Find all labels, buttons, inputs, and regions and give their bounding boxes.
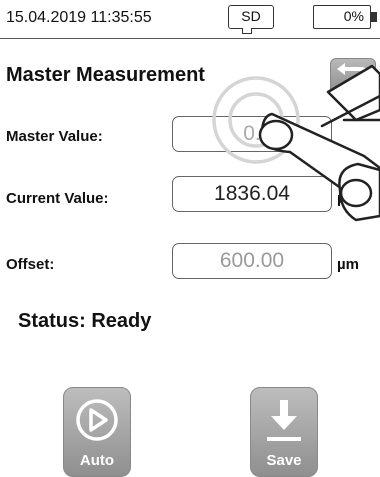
play-circle-icon bbox=[76, 399, 118, 441]
status-text: Status: Ready bbox=[18, 310, 152, 332]
save-button-label: Save bbox=[266, 452, 302, 469]
master-value-field[interactable]: 0. bbox=[172, 116, 332, 152]
battery-icon: 0% bbox=[313, 5, 371, 29]
status-divider bbox=[0, 38, 380, 39]
sd-card-icon: SD bbox=[228, 5, 274, 29]
save-button[interactable]: Save bbox=[250, 387, 318, 477]
current-value-label: Current Value: bbox=[6, 190, 109, 207]
back-arrow-icon bbox=[337, 63, 369, 89]
back-button[interactable] bbox=[330, 58, 376, 96]
offset-unit: µm bbox=[337, 256, 359, 273]
sd-card-notch bbox=[242, 28, 252, 34]
current-value-unit: µm bbox=[337, 190, 359, 207]
page-title: Master Measurement bbox=[6, 64, 205, 86]
offset-field[interactable]: 600.00 bbox=[172, 243, 332, 279]
offset-label: Offset: bbox=[6, 256, 55, 273]
status-bar: 15.04.2019 11:35:55 SD 0% bbox=[0, 0, 380, 38]
datetime-display: 15.04.2019 11:35:55 bbox=[6, 9, 152, 26]
master-value-label: Master Value: bbox=[6, 128, 103, 145]
battery-tip bbox=[371, 12, 377, 22]
auto-button-label: Auto bbox=[79, 452, 115, 469]
current-value-field: 1836.04 bbox=[172, 176, 332, 212]
auto-button[interactable]: Auto bbox=[63, 387, 131, 477]
download-icon bbox=[267, 400, 301, 441]
